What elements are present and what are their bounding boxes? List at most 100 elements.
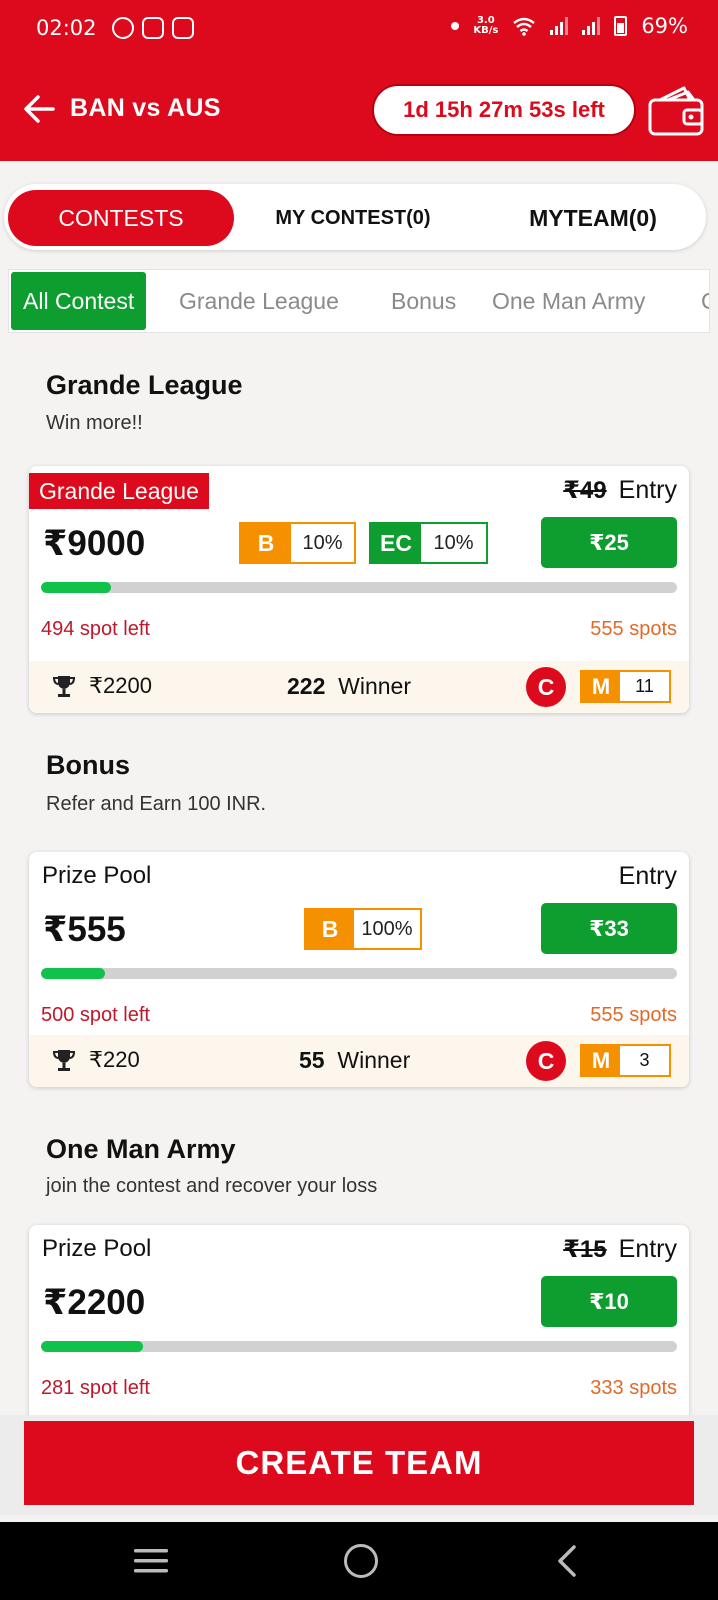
join-button[interactable]: ₹10 xyxy=(541,1276,677,1327)
spots-left: 500 spot left xyxy=(41,1004,150,1026)
section-subtitle: Refer and Earn 100 INR. xyxy=(46,793,267,815)
recents-icon[interactable] xyxy=(134,1546,168,1576)
prize-amount: ₹9000 xyxy=(43,524,146,563)
filter-more[interactable]: C xyxy=(701,272,709,330)
prize-amount: ₹555 xyxy=(43,910,126,949)
back-icon[interactable] xyxy=(552,1544,582,1578)
signal-icon xyxy=(550,17,569,35)
badge-value: 10% xyxy=(421,524,486,562)
badge-key: M xyxy=(582,1046,620,1075)
spots-progress-bar xyxy=(41,582,677,593)
entry-info: ₹15 Entry xyxy=(563,1235,677,1264)
trophy-icon xyxy=(52,676,76,697)
battery-icon xyxy=(614,16,628,36)
badge-key: B xyxy=(306,910,354,948)
spots-left: 281 spot left xyxy=(41,1377,150,1399)
winners-count: 55 xyxy=(299,1047,325,1073)
confirmed-icon: C xyxy=(526,667,566,707)
filter-all-contest[interactable]: All Contest xyxy=(11,272,147,330)
filter-grande-league[interactable]: Grande League xyxy=(179,272,339,330)
progress-fill xyxy=(41,582,111,593)
badge-value: 3 xyxy=(620,1046,669,1075)
section-title: One Man Army xyxy=(46,1134,236,1164)
join-button[interactable]: ₹33 xyxy=(541,903,677,954)
countdown-timer: 1d 15h 27m 53s left xyxy=(372,84,636,136)
winners-count: 222 xyxy=(287,673,326,699)
winners: 55 Winner xyxy=(299,1047,410,1074)
badge-value: 100% xyxy=(354,910,420,948)
wallet-icon[interactable] xyxy=(646,80,706,140)
multi-entry-badge: M 11 xyxy=(580,670,671,703)
app-header: 02:02 3.0 KB/s 69% BAN vs AUS 1d 15h 27m… xyxy=(0,0,718,161)
status-bar: 02:02 3.0 KB/s 69% xyxy=(0,0,718,60)
spots-left: 494 spot left xyxy=(41,618,150,640)
badge-value: 10% xyxy=(291,524,354,562)
filter-bonus[interactable]: Bonus xyxy=(391,272,456,330)
whatsapp-icon xyxy=(112,17,134,39)
notification-icons xyxy=(112,17,194,39)
section-subtitle: Win more!! xyxy=(46,412,143,434)
section-title: Bonus xyxy=(46,750,130,780)
status-time: 02:02 xyxy=(36,16,97,40)
join-button[interactable]: ₹25 xyxy=(541,517,677,568)
total-spots: 555 spots xyxy=(590,618,677,640)
progress-fill xyxy=(41,1341,143,1352)
entry-info: Entry xyxy=(619,862,677,891)
tab-my-contest[interactable]: MY CONTEST(0) xyxy=(238,190,468,246)
total-spots: 555 spots xyxy=(590,1004,677,1026)
badge-key: M xyxy=(582,672,620,701)
card-footer: ₹2200 222 Winner C M 11 xyxy=(29,661,689,713)
winners: 222 Winner xyxy=(287,673,411,700)
badge-value: 11 xyxy=(620,672,669,701)
progress-fill xyxy=(41,968,105,979)
entry-label: Entry xyxy=(618,476,677,504)
winners-label: Winner xyxy=(337,1047,411,1073)
speed-unit: KB/s xyxy=(473,25,499,36)
first-prize: ₹220 xyxy=(89,1047,140,1072)
contest-filter-bar: All Contest Grande League Bonus One Man … xyxy=(8,269,710,333)
winners-label: Winner xyxy=(338,673,412,699)
badge-key: EC xyxy=(371,524,421,562)
prize-amount: ₹2200 xyxy=(43,1283,146,1322)
filter-one-man-army[interactable]: One Man Army xyxy=(492,272,645,330)
signal-icon-2 xyxy=(582,17,601,35)
section-subtitle: join the contest and recover your loss xyxy=(46,1175,378,1197)
system-nav-bar xyxy=(0,1522,718,1600)
card-footer: ₹220 55 Winner C M 3 xyxy=(29,1035,689,1087)
contest-tag: Grande League xyxy=(29,473,209,509)
section-title: Grande League xyxy=(46,370,243,400)
entry-label: Entry xyxy=(618,862,677,890)
confirmed-icon: C xyxy=(526,1041,566,1081)
arrow-left-icon[interactable] xyxy=(22,92,56,126)
prize-pool-label: Prize Pool xyxy=(42,862,152,889)
match-header: BAN vs AUS 1d 15h 27m 53s left xyxy=(0,70,718,150)
instagram-icon xyxy=(142,17,164,39)
match-title: BAN vs AUS xyxy=(70,94,221,122)
tab-my-team[interactable]: MYTEAM(0) xyxy=(484,190,702,246)
bonus-badge: B 10% xyxy=(239,522,356,564)
contest-card[interactable]: Grande League ₹49 Entry ₹9000 B 10% EC 1… xyxy=(29,466,689,713)
entry-info: ₹49 Entry xyxy=(563,476,677,505)
first-prize: ₹2200 xyxy=(89,673,152,698)
bonus-badge: B 100% xyxy=(304,908,422,950)
total-spots: 333 spots xyxy=(590,1377,677,1399)
network-speed: 3.0 KB/s xyxy=(473,16,498,36)
dot-icon xyxy=(451,22,460,30)
home-icon[interactable] xyxy=(344,1544,378,1578)
contest-tabs: CONTESTS MY CONTEST(0) MYTEAM(0) xyxy=(4,184,706,250)
spots-progress-bar xyxy=(41,968,677,979)
contest-card[interactable]: Prize Pool Entry ₹555 B 100% ₹33 500 spo… xyxy=(29,852,689,1087)
entry-label: Entry xyxy=(618,1235,677,1263)
calendar-icon xyxy=(172,17,194,39)
tab-contests[interactable]: CONTESTS xyxy=(8,190,234,246)
spots-progress-bar xyxy=(41,1341,677,1352)
old-entry-fee: ₹49 xyxy=(563,477,607,504)
battery-percent: 69% xyxy=(641,14,688,38)
old-entry-fee: ₹15 xyxy=(563,1236,607,1263)
wifi-icon xyxy=(513,17,536,36)
multi-entry-badge: M 3 xyxy=(580,1044,671,1077)
extra-cash-badge: EC 10% xyxy=(369,522,488,564)
create-team-button[interactable]: CREATE TEAM xyxy=(24,1421,694,1505)
status-right: 3.0 KB/s 69% xyxy=(451,14,688,38)
prize-pool-label: Prize Pool xyxy=(42,1235,152,1262)
